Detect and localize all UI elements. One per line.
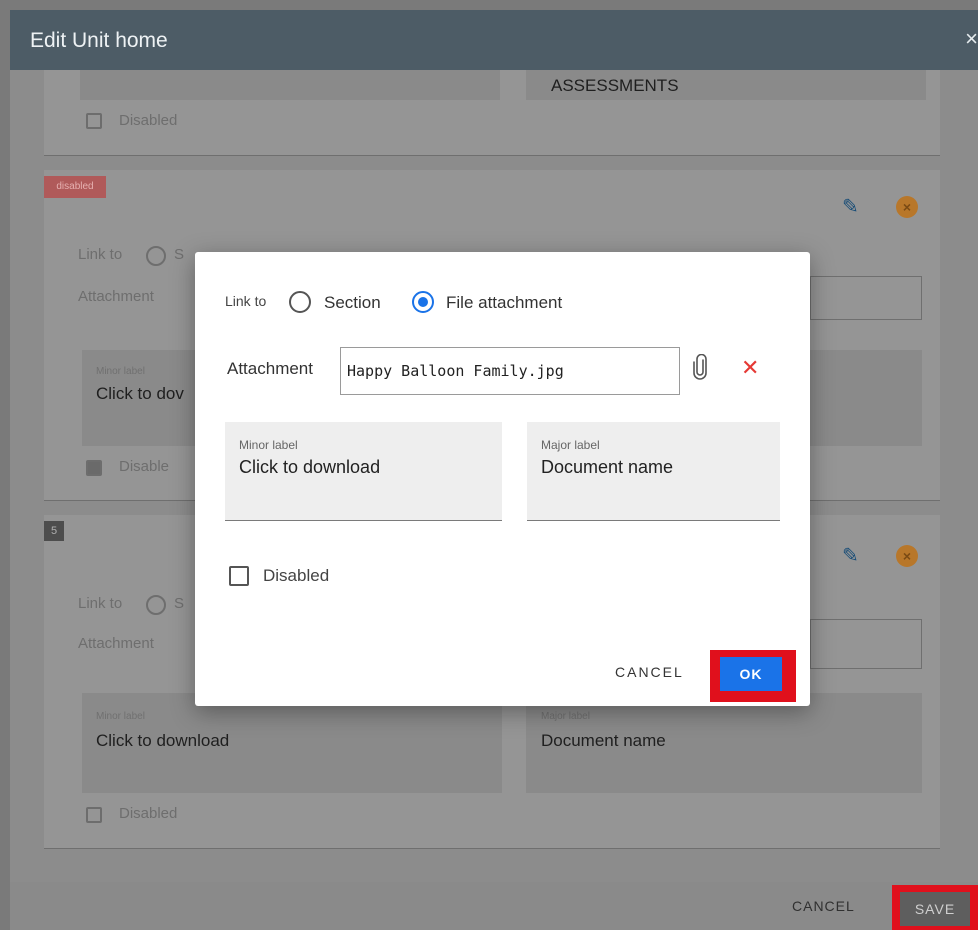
attachment-label: Attachment: [227, 359, 313, 378]
remove-circle-icon[interactable]: ×: [896, 196, 918, 218]
minor-label-field[interactable]: Minor label Click to download: [225, 422, 502, 521]
major-label-field[interactable]: Major label Document name: [527, 422, 780, 521]
major-label-caption: Major label: [541, 438, 600, 452]
minor-label-caption: Minor label: [96, 366, 145, 377]
section-radio[interactable]: [146, 595, 166, 615]
outer-dialog-header: Edit Unit home ×: [10, 10, 978, 70]
content-card-1: ASSESSMENTS Disabled: [44, 70, 940, 156]
paperclip-icon[interactable]: [690, 353, 710, 385]
pencil-icon[interactable]: ✎: [842, 194, 859, 219]
ok-button[interactable]: OK: [720, 657, 782, 691]
minor-label-caption: Minor label: [96, 711, 145, 722]
remove-circle-icon[interactable]: ×: [896, 545, 918, 567]
major-label-caption: Major label: [541, 711, 590, 722]
section-radio[interactable]: [146, 246, 166, 266]
section-radio[interactable]: [289, 291, 311, 313]
attachment-input[interactable]: [810, 619, 922, 669]
disabled-checkbox-label: Disabled: [119, 805, 178, 822]
minor-label-value: Click to download: [239, 457, 381, 477]
minor-label-value: Click to download: [96, 731, 230, 750]
save-button[interactable]: SAVE: [900, 892, 970, 926]
minor-label-value: Click to dov: [96, 384, 184, 403]
major-label-value: Document name: [541, 731, 666, 750]
section-radio-label: S: [174, 595, 185, 612]
disabled-checkbox[interactable]: [86, 807, 102, 823]
attachment-label: Attachment: [78, 635, 154, 652]
disabled-checkbox[interactable]: [229, 566, 249, 586]
minor-label-caption: Minor label: [239, 438, 298, 452]
modal-cancel-button[interactable]: CANCEL: [615, 664, 684, 680]
file-attachment-radio[interactable]: [412, 291, 434, 313]
delete-x-icon[interactable]: ✕: [741, 355, 759, 381]
disabled-checkbox[interactable]: [86, 460, 102, 476]
attachment-input[interactable]: [340, 347, 680, 395]
major-label-value: Document name: [541, 457, 674, 477]
disabled-checkbox-label: Disabled: [119, 112, 178, 129]
major-label-value: ASSESSMENTS: [551, 76, 679, 95]
attachment-label: Attachment: [78, 288, 154, 305]
link-to-label: Link to: [78, 246, 123, 263]
section-radio-label[interactable]: Section: [324, 293, 381, 313]
disabled-checkbox[interactable]: [86, 113, 102, 129]
order-badge: 5: [44, 521, 64, 541]
outer-cancel-button[interactable]: CANCEL: [792, 898, 855, 914]
close-icon[interactable]: ×: [965, 26, 978, 52]
disabled-badge: disabled: [44, 176, 106, 198]
disabled-checkbox-label: Disable: [119, 458, 170, 475]
link-edit-modal: Link to Section File attachment Attachme…: [195, 252, 810, 706]
disabled-checkbox-label[interactable]: Disabled: [263, 566, 329, 586]
link-to-label: Link to: [225, 293, 267, 309]
link-to-label: Link to: [78, 595, 123, 612]
pencil-icon[interactable]: ✎: [842, 543, 859, 568]
outer-dialog-title: Edit Unit home: [30, 29, 168, 52]
file-attachment-radio-label[interactable]: File attachment: [446, 293, 562, 313]
minor-label-field[interactable]: [80, 70, 500, 100]
attachment-input[interactable]: [810, 276, 922, 320]
section-radio-label: S: [174, 246, 185, 263]
